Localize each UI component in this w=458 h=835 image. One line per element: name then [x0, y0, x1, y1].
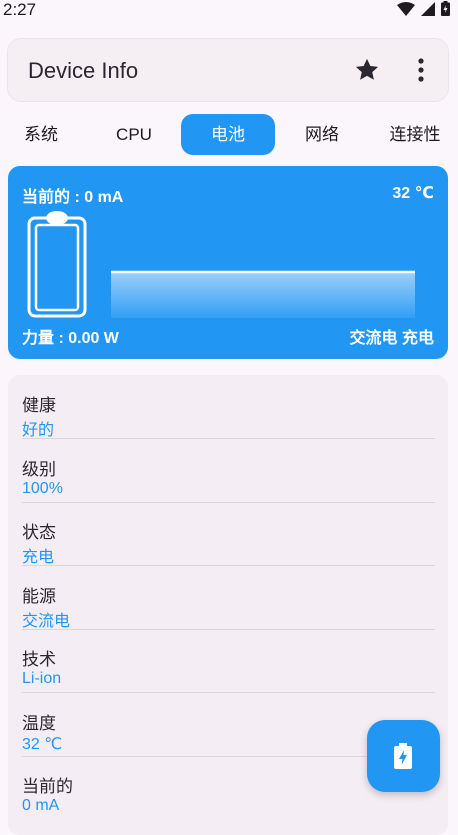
- tab-bar: 系统 CPU 电池 网络 连接性: [0, 114, 458, 156]
- info-row-power-source: 能源 交流电: [22, 566, 435, 630]
- app-bar: Device Info: [7, 38, 449, 102]
- temperature-readout: 32 ℃: [392, 185, 434, 202]
- info-value: 充电: [22, 549, 55, 566]
- info-row-technology: 技术 Li-ion: [22, 629, 435, 693]
- power-readout: 力量 : 0.00 W: [22, 330, 119, 347]
- info-label: 技术: [22, 650, 56, 669]
- info-label: 能源: [22, 587, 56, 606]
- status-time: 2:27: [3, 0, 37, 19]
- info-label: 级别: [22, 460, 56, 479]
- info-label: 健康: [22, 396, 56, 415]
- star-icon[interactable]: [353, 56, 381, 84]
- info-value: 100%: [22, 480, 63, 497]
- wifi-icon: [397, 1, 415, 16]
- battery-bolt-icon: [394, 743, 412, 769]
- tab-cpu[interactable]: CPU: [100, 114, 168, 155]
- info-label: 温度: [22, 714, 56, 733]
- battery-charging-icon: [441, 1, 450, 16]
- info-label: 当前的: [22, 777, 73, 796]
- signal-icon: [421, 1, 435, 16]
- more-vert-icon[interactable]: [410, 56, 432, 84]
- info-value: Li-ion: [22, 670, 62, 687]
- current-readout: 当前的 : 0 mA: [22, 189, 124, 206]
- info-row-status: 状态 充电: [22, 502, 435, 566]
- info-value: 32 ℃: [22, 736, 63, 753]
- charge-source: 交流电 充电: [349, 330, 434, 347]
- status-icons: [397, 1, 450, 16]
- info-value: 交流电: [22, 613, 71, 630]
- tab-system[interactable]: 系统: [8, 114, 74, 155]
- battery-summary-card: 当前的 : 0 mA 32 ℃ 力量 : 0.00 W 交流电 充电: [8, 166, 448, 359]
- tab-battery[interactable]: 电池: [181, 114, 275, 155]
- status-bar: 2:27: [0, 0, 458, 22]
- app-title: Device Info: [28, 58, 139, 83]
- tab-network[interactable]: 网络: [289, 114, 355, 155]
- battery-outline-icon: [27, 211, 87, 318]
- current-graph: [111, 270, 415, 318]
- info-value: 好的: [22, 422, 55, 439]
- info-label: 状态: [22, 523, 56, 542]
- info-row-level: 级别 100%: [22, 439, 435, 503]
- info-value: 0 mA: [22, 797, 60, 814]
- battery-fab-button[interactable]: [367, 720, 440, 792]
- info-row-health: 健康 好的: [22, 375, 435, 439]
- tab-connectivity[interactable]: 连接性: [382, 114, 448, 155]
